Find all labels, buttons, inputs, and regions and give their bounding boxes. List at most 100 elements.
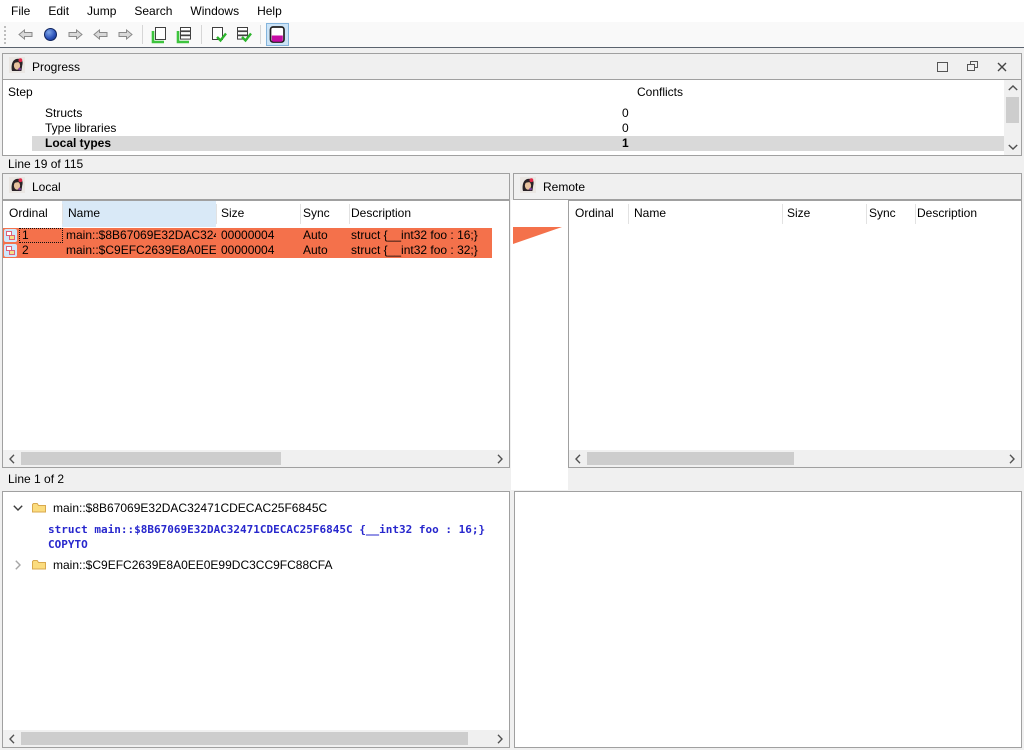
type-code-line[interactable]: COPYTO (48, 538, 88, 552)
column-header-description[interactable]: Description (917, 206, 977, 220)
step-row[interactable]: Type libraries 0 (32, 121, 1004, 136)
database-list-icon[interactable] (173, 23, 196, 46)
remote-types-table: Ordinal Name Size Sync Description (568, 200, 1022, 468)
app-window: { "menu": { "items": ["File", "Edit", "J… (0, 0, 1024, 750)
remote-pane-titlebar[interactable]: Remote (513, 173, 1022, 200)
tree-item[interactable]: main::$C9EFC2639E8A0EE0E99DC3CC9FC88CFA (3, 557, 509, 573)
window-buttons (937, 61, 1007, 72)
chevron-down-icon[interactable] (11, 505, 25, 511)
back-arrow-icon[interactable] (14, 23, 37, 46)
cell-size: 00000004 (221, 243, 274, 258)
step-rows: Structs0Type libraries 0 Local types 1 (3, 106, 1004, 151)
local-type-row[interactable]: 2main::$C9EFC2639E8A0EE0...00000004Autos… (3, 243, 492, 258)
scrollbar-thumb[interactable] (21, 452, 281, 465)
scroll-right-icon[interactable] (492, 730, 508, 747)
step-row[interactable]: Structs0 (32, 106, 1004, 121)
conflict-count: 1 (622, 136, 629, 151)
step-label: Structs (45, 106, 82, 120)
progress-titlebar[interactable]: Progress (2, 53, 1022, 80)
scroll-right-icon[interactable] (492, 450, 508, 467)
toolbar-drag-handle[interactable] (4, 26, 9, 44)
column-header-sync[interactable]: Sync (303, 206, 330, 220)
column-separator (62, 204, 63, 224)
tree-horizontal-scrollbar (3, 730, 509, 747)
column-header-ordinal[interactable]: Ordinal (9, 206, 48, 220)
column-header-ordinal[interactable]: Ordinal (575, 206, 614, 220)
menu-bar: FileEditJumpSearchWindowsHelp (0, 0, 1024, 22)
toolbar-separator (260, 25, 261, 44)
merge-view-icon[interactable] (266, 23, 289, 46)
restore-icon[interactable] (967, 61, 978, 72)
ida-app-icon (520, 177, 536, 196)
validate-database-icon[interactable] (207, 23, 230, 46)
ida-app-icon (9, 177, 25, 196)
local-type-row[interactable]: 1main::$8B67069E32DAC324...00000004Autos… (3, 228, 492, 243)
menu-item-jump[interactable]: Jump (78, 1, 125, 21)
scroll-down-icon[interactable] (1004, 139, 1021, 155)
column-header-sync[interactable]: Sync (869, 206, 896, 220)
cell-description: struct {__int32 foo : 16;} (351, 228, 478, 243)
column-header-size[interactable]: Size (221, 206, 244, 220)
cell-ordinal: 1 (22, 228, 29, 243)
column-separator (628, 204, 629, 224)
tree-item-label[interactable]: main::$8B67069E32DAC32471CDECAC25F6845C (53, 501, 327, 515)
tree-item[interactable]: main::$8B67069E32DAC32471CDECAC25F6845C (3, 500, 509, 516)
cell-ordinal: 2 (22, 243, 29, 258)
cell-size: 00000004 (221, 228, 274, 243)
column-separator (866, 204, 867, 224)
scrollbar-thumb[interactable] (587, 452, 794, 465)
column-separator (216, 204, 217, 224)
remote-detail-pane (514, 491, 1022, 748)
menu-item-search[interactable]: Search (125, 1, 181, 21)
local-horizontal-scrollbar (3, 450, 509, 467)
scrollbar-thumb[interactable] (21, 732, 468, 745)
scroll-right-icon[interactable] (1004, 450, 1020, 467)
step-row[interactable]: Local types 1 (32, 136, 1004, 151)
validate-list-icon[interactable] (232, 23, 255, 46)
column-header-size[interactable]: Size (787, 206, 810, 220)
step-label: Type libraries (45, 121, 116, 135)
step-label: Local types (45, 136, 111, 150)
menu-item-windows[interactable]: Windows (181, 1, 248, 21)
conflicts-column-header[interactable]: Conflicts (637, 85, 683, 99)
progress-step-table: Step Conflicts Structs0Type libraries0Lo… (2, 80, 1022, 156)
chevron-right-icon[interactable] (11, 560, 25, 570)
maximize-icon[interactable] (937, 62, 948, 72)
workspace: Progress Step Conflicts Structs0Type lib… (0, 47, 1024, 750)
conflict-count: 0 (622, 121, 629, 136)
scroll-left-icon[interactable] (4, 730, 20, 747)
cell-name: main::$8B67069E32DAC324... (66, 228, 216, 243)
scroll-left-icon[interactable] (570, 450, 586, 467)
menu-item-help[interactable]: Help (248, 1, 291, 21)
forward-arrow2-icon[interactable] (114, 23, 137, 46)
column-separator (915, 204, 916, 224)
step-column-header[interactable]: Step (8, 85, 33, 99)
conflict-direction-triangle (513, 227, 562, 244)
local-pane-titlebar[interactable]: Local (2, 173, 510, 200)
column-header-name[interactable]: Name (68, 206, 100, 220)
close-icon[interactable] (997, 62, 1007, 72)
type-code-line[interactable]: struct main::$8B67069E32DAC32471CDECAC25… (48, 523, 485, 537)
local-table-header: Ordinal Name Size Sync Description (3, 201, 509, 227)
back-arrow2-icon[interactable] (89, 23, 112, 46)
menu-item-edit[interactable]: Edit (39, 1, 78, 21)
local-pane-title: Local (32, 180, 61, 194)
merge-gutter (511, 200, 568, 490)
column-header-description[interactable]: Description (351, 206, 411, 220)
current-position-icon[interactable] (39, 23, 62, 46)
menu-item-file[interactable]: File (2, 1, 39, 21)
cell-sync: Auto (303, 243, 328, 258)
scroll-up-icon[interactable] (1004, 80, 1021, 96)
scrollbar-thumb[interactable] (1006, 97, 1019, 123)
column-header-name[interactable]: Name (634, 206, 666, 220)
new-database-icon[interactable] (148, 23, 171, 46)
tree-item-label[interactable]: main::$C9EFC2639E8A0EE0E99DC3CC9FC88CFA (53, 558, 332, 572)
column-separator (782, 204, 783, 224)
struct-type-icon (4, 244, 17, 257)
column-separator (300, 204, 301, 224)
remote-horizontal-scrollbar (569, 450, 1021, 467)
toolbar-separator (201, 25, 202, 44)
forward-arrow-icon[interactable] (64, 23, 87, 46)
scroll-left-icon[interactable] (4, 450, 20, 467)
toolbar (0, 22, 1024, 47)
